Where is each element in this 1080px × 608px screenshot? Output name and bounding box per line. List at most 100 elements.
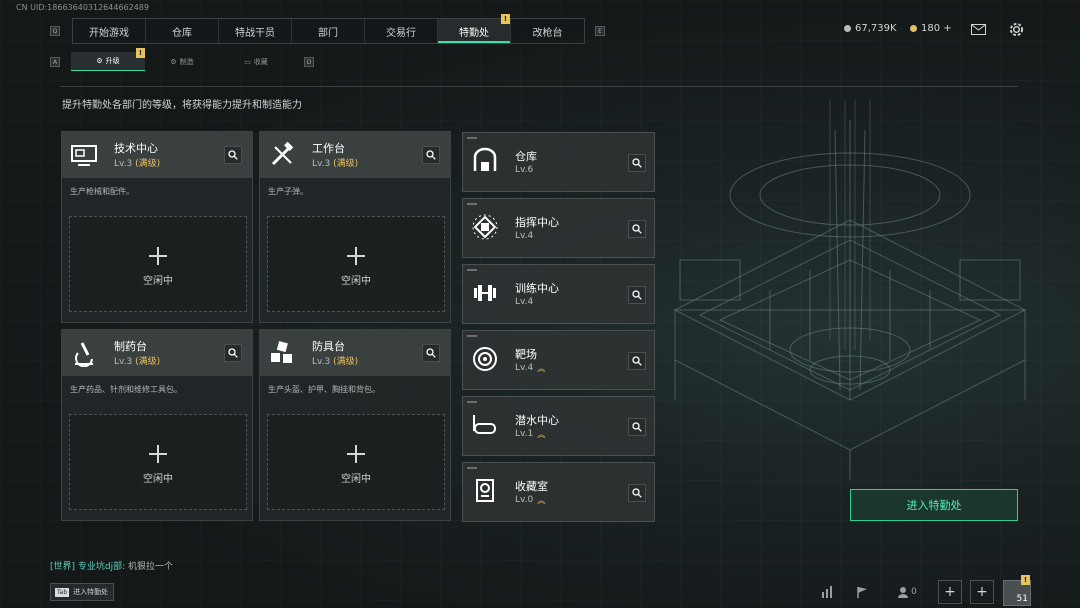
dept-item-command-center[interactable]: 指挥中心 Lv.4 xyxy=(462,198,655,258)
friends-icon xyxy=(898,587,909,598)
dept-level: Lv.0 ︽ xyxy=(515,495,545,505)
subtab-upgrade[interactable]: ⚙ 升级 xyxy=(71,52,145,71)
card-pharmacy: 制药台 Lv.3 (满级) 生产药品、针剂和维修工具包。 空闲中 xyxy=(61,329,253,521)
microscope-icon xyxy=(75,342,93,367)
nav-next-key[interactable]: E xyxy=(595,26,605,36)
craft-slot[interactable]: 空闲中 xyxy=(69,414,247,510)
enter-special-ops-button[interactable]: 进入特勤处 xyxy=(850,489,1018,521)
divider xyxy=(60,86,1018,87)
plus-icon xyxy=(149,445,167,463)
dept-name: 收藏室 xyxy=(515,480,548,493)
subtab-craft[interactable]: ⚙ 制造 xyxy=(145,52,219,71)
subtab-craft-label: 制造 xyxy=(179,57,194,66)
warehouse-icon xyxy=(473,147,497,171)
avatar-alert-badge: ! xyxy=(1021,575,1030,585)
search-icon[interactable] xyxy=(628,352,646,370)
card-tech-center: 技术中心 Lv.3 (满级) 生产枪械和配件。 空闲中 xyxy=(61,131,253,323)
coin-balance[interactable]: 67,739K xyxy=(844,23,897,34)
upgrade-alert-badge: ! xyxy=(136,48,145,58)
upgrade-available-icon: ︽ xyxy=(537,495,545,505)
coin-icon xyxy=(844,25,851,32)
slot-status: 空闲中 xyxy=(143,474,173,485)
coin-amount: 67,739K xyxy=(855,23,897,34)
player-level: 51 xyxy=(1016,594,1028,604)
search-icon[interactable] xyxy=(628,286,646,304)
search-icon[interactable] xyxy=(628,220,646,238)
tab-hint-button[interactable]: Tab 进入特勤处 xyxy=(50,583,114,601)
friends-button[interactable]: 0 xyxy=(893,580,921,604)
collection-icon: ▭ xyxy=(244,57,251,66)
card-header: 防具台 Lv.3 (满级) xyxy=(260,330,450,376)
search-icon[interactable] xyxy=(628,154,646,172)
monitor-icon xyxy=(71,145,97,166)
card-subtitle: 生产枪械和配件。 xyxy=(70,187,134,196)
search-icon[interactable] xyxy=(628,418,646,436)
tab-department[interactable]: 部门 xyxy=(292,19,365,43)
dept-name: 潜水中心 xyxy=(515,414,559,427)
search-icon[interactable] xyxy=(422,344,440,362)
dept-item-shooting-range[interactable]: 靶场 Lv.4 ︽ xyxy=(462,330,655,390)
corner-tick xyxy=(467,269,477,271)
special-ops-alert-badge: ! xyxy=(501,14,510,24)
craft-icon: ⚙ xyxy=(170,57,177,66)
nav-prev-key[interactable]: Q xyxy=(50,26,60,36)
craft-slot[interactable]: 空闲中 xyxy=(267,216,445,312)
tab-warehouse[interactable]: 仓库 xyxy=(146,19,219,43)
dept-item-warehouse[interactable]: 仓库 Lv.6 xyxy=(462,132,655,192)
level-text: Lv.4 xyxy=(515,297,534,307)
card-header: 制药台 Lv.3 (满级) xyxy=(62,330,252,376)
slot-status: 空闲中 xyxy=(341,276,371,287)
dumbbell-icon xyxy=(474,285,496,301)
friends-count: 0 xyxy=(911,587,917,597)
level-text: Lv.6 xyxy=(515,165,534,175)
upgrade-available-icon: ︽ xyxy=(537,429,545,439)
chat-text: 机狠拉一个 xyxy=(128,562,174,572)
subnav-next-key[interactable]: D xyxy=(304,57,314,67)
card-level: Lv.3 (满级) xyxy=(312,156,358,169)
upgrade-available-icon: ︽ xyxy=(537,363,545,373)
add-friend-button[interactable]: + xyxy=(938,580,962,604)
card-title: 工作台 xyxy=(312,142,345,155)
slot-status: 空闲中 xyxy=(341,474,371,485)
search-icon[interactable] xyxy=(224,344,242,362)
card-workbench: 工作台 Lv.3 (满级) 生产子弹。 空闲中 xyxy=(259,131,451,323)
card-subtitle: 生产药品、针剂和维修工具包。 xyxy=(70,385,182,394)
tab-start-game[interactable]: 开始游戏 xyxy=(73,19,146,43)
card-armor-bench: 防具台 Lv.3 (满级) 生产头盔、护甲、胸挂和背包。 空闲中 xyxy=(259,329,451,521)
subnav-prev-key[interactable]: A xyxy=(50,57,60,67)
search-icon[interactable] xyxy=(628,484,646,502)
level-text: Lv.1 xyxy=(515,429,534,439)
plus-icon xyxy=(347,247,365,265)
dept-item-collection-room[interactable]: 收藏室 Lv.0 ︽ xyxy=(462,462,655,522)
dept-name: 靶场 xyxy=(515,348,537,361)
dept-name: 仓库 xyxy=(515,150,537,163)
dept-item-diving-center[interactable]: 潜水中心 Lv.1 ︽ xyxy=(462,396,655,456)
mail-icon[interactable] xyxy=(971,24,986,35)
plus-icon xyxy=(347,445,365,463)
gold-icon xyxy=(910,25,917,32)
tab-gunsmith[interactable]: 改枪台 xyxy=(511,19,584,43)
dept-level: Lv.4 xyxy=(515,231,533,241)
dept-item-training-center[interactable]: 训练中心 Lv.4 xyxy=(462,264,655,324)
search-icon[interactable] xyxy=(422,146,440,164)
dept-level: Lv.1 ︽ xyxy=(515,429,545,439)
search-icon[interactable] xyxy=(224,146,242,164)
craft-slot[interactable]: 空闲中 xyxy=(267,414,445,510)
subtab-upgrade-label: 升级 xyxy=(105,57,120,65)
cubes-icon xyxy=(271,341,292,363)
tools-icon xyxy=(271,141,294,166)
gold-balance[interactable]: 180 + xyxy=(910,23,952,34)
chip-icon xyxy=(472,214,498,240)
flag-icon[interactable] xyxy=(852,580,872,604)
stats-icon[interactable] xyxy=(818,580,838,604)
subtab-collection[interactable]: ▭ 收藏 xyxy=(219,52,293,71)
settings-gear-icon[interactable] xyxy=(1009,22,1024,37)
tab-operators[interactable]: 特战干员 xyxy=(219,19,292,43)
craft-slot[interactable]: 空闲中 xyxy=(69,216,247,312)
add-party-button[interactable]: + xyxy=(970,580,994,604)
level-text: Lv.3 xyxy=(312,159,331,169)
level-text: Lv.3 xyxy=(312,357,331,367)
tab-trading[interactable]: 交易行 xyxy=(365,19,438,43)
chat-message[interactable]: [世界] 专业坑dj部: 机狠拉一个 xyxy=(50,559,173,572)
corner-tick xyxy=(467,467,477,469)
